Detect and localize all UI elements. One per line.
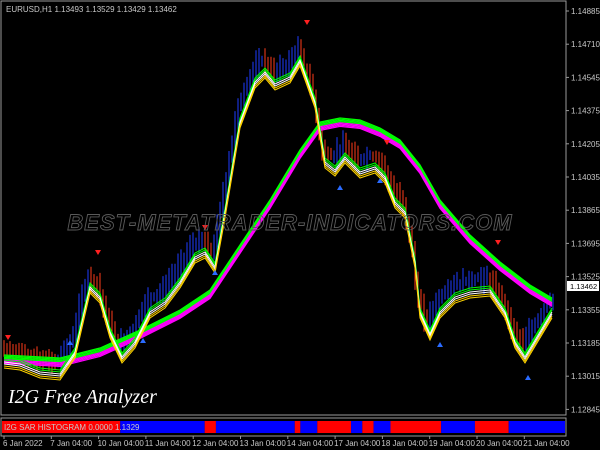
- price-label: 1.13185: [571, 339, 600, 348]
- time-label: 6 Jan 2022: [3, 439, 43, 448]
- histogram-segment: [300, 421, 318, 433]
- watermark-text: BEST-METATRADER-INDICATORS.COM: [67, 210, 512, 235]
- histogram-segment: [362, 421, 374, 433]
- price-label: 1.14545: [571, 73, 600, 82]
- indicator-title: I2G Free Analyzer: [7, 386, 157, 408]
- time-label: 11 Jan 04:00: [145, 439, 191, 448]
- price-label: 1.14205: [571, 140, 600, 149]
- price-label: 1.13355: [571, 306, 600, 315]
- price-label: 1.13525: [571, 273, 600, 282]
- histogram-segment: [351, 421, 363, 433]
- price-label: 1.13865: [571, 206, 600, 215]
- time-label: 20 Jan 04:00: [476, 439, 523, 448]
- price-axis: 1.14885 1.14710 1.14545 1.14375 1.14205 1.140…: [566, 7, 600, 414]
- histogram-segment: [441, 421, 475, 433]
- time-label: 21 Jan 04:00: [523, 439, 570, 448]
- time-label: 19 Jan 04:00: [429, 439, 476, 448]
- histogram-segment: [215, 421, 295, 433]
- symbol-info: EURUSD,H1 1.13493 1.13529 1.13429 1.1346…: [6, 5, 177, 14]
- time-label: 12 Jan 04:00: [192, 439, 239, 448]
- trading-terminal-window: BEST-METATRADER-INDICATORS.COM I2G Free …: [0, 0, 600, 450]
- histogram-segment: [317, 421, 352, 433]
- subwindow-label: I2G SAR HISTOGRAM 0.0000 1.1329: [4, 423, 140, 432]
- time-label: 14 Jan 04:00: [287, 439, 334, 448]
- time-axis: 6 Jan 2022 7 Jan 04:00 10 Jan 04:00 11 Jan …: [3, 436, 570, 448]
- price-label: 1.14710: [571, 40, 600, 49]
- time-label: 18 Jan 04:00: [381, 439, 428, 448]
- price-label: 1.13015: [571, 372, 600, 381]
- histogram-segment: [294, 421, 301, 433]
- time-label: 17 Jan 04:00: [334, 439, 381, 448]
- time-label: 10 Jan 04:00: [98, 439, 145, 448]
- histogram-segment: [474, 421, 509, 433]
- price-label: 1.14885: [571, 7, 600, 16]
- histogram-segment: [373, 421, 391, 433]
- price-label: 1.12845: [571, 405, 600, 414]
- price-label: 1.13695: [571, 239, 600, 248]
- time-label: 7 Jan 04:00: [50, 439, 92, 448]
- price-label: 1.14035: [571, 173, 600, 182]
- price-label: 1.14375: [571, 107, 600, 116]
- histogram-segment: [204, 421, 216, 433]
- time-label: 13 Jan 04:00: [240, 439, 287, 448]
- histogram-segment: [390, 421, 442, 433]
- histogram-segment: [508, 421, 565, 433]
- current-price-label: 1.13462: [570, 282, 597, 291]
- price-chart[interactable]: BEST-METATRADER-INDICATORS.COM I2G Free …: [0, 0, 600, 450]
